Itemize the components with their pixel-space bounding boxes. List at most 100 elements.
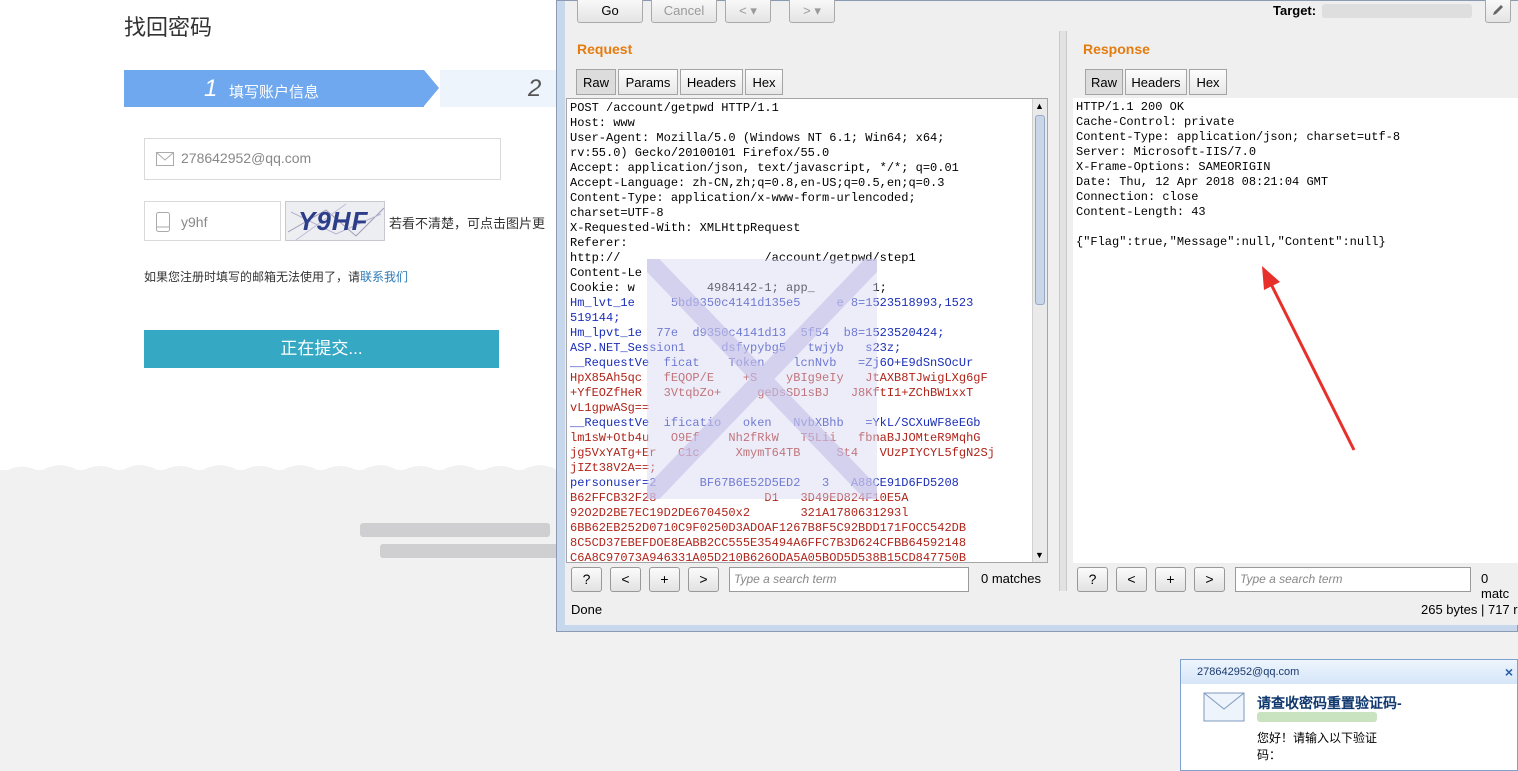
response-line: Cache-Control: private bbox=[1076, 115, 1235, 129]
step-2-number: 2 bbox=[528, 75, 542, 102]
notification-body-line2: 码： bbox=[1257, 748, 1282, 762]
request-line: C6A8C97073A946331A05D210B626ODA5A05BOD5D… bbox=[570, 551, 967, 563]
request-scroll-thumb[interactable] bbox=[1035, 115, 1045, 305]
response-line: Content-Length: 43 bbox=[1076, 205, 1206, 219]
response-tab-hex[interactable]: Hex bbox=[1189, 69, 1227, 95]
request-tab-raw[interactable]: Raw bbox=[576, 69, 616, 95]
notification-subject: 请查收密码重置验证码- bbox=[1257, 695, 1402, 711]
response-prev-button[interactable]: < bbox=[1116, 567, 1147, 592]
request-line: 8C5CD37EBEFDOE8EABB2CC555E35494A6FFC7B3D… bbox=[570, 536, 967, 550]
burp-content: Go Cancel < ▾ > ▾ Target: Request Raw Pa… bbox=[565, 0, 1518, 625]
request-next-button[interactable]: > bbox=[688, 567, 719, 592]
contact-note: 如果您注册时填写的邮箱无法使用了，请联系我们 bbox=[144, 268, 408, 285]
redacted-sender bbox=[1257, 712, 1377, 722]
response-text: HTTP/1.1 200 OK Cache-Control: private Con… bbox=[1073, 98, 1518, 250]
response-line: {"Flag":true,"Message":null,"Content":nu… bbox=[1076, 235, 1386, 249]
request-add-button[interactable]: + bbox=[649, 567, 680, 592]
email-value: 278642952@qq.com bbox=[181, 150, 312, 166]
request-tab-headers[interactable]: Headers bbox=[680, 69, 743, 95]
forward-arrow-icon: > bbox=[803, 3, 811, 18]
scroll-down-icon[interactable]: ▼ bbox=[1035, 550, 1044, 560]
forward-button[interactable]: > ▾ bbox=[789, 0, 835, 23]
contact-note-text: 如果您注册时填写的邮箱无法使用了，请 bbox=[144, 270, 361, 284]
redaction-overlay bbox=[647, 259, 877, 499]
request-prev-button[interactable]: < bbox=[610, 567, 641, 592]
email-notification[interactable]: 278642952@qq.com × 请查收密码重置验证码- 您好！请输入以下验… bbox=[1180, 659, 1518, 771]
request-line: POST /account/getpwd HTTP/1.1 bbox=[570, 101, 779, 115]
request-scrollbar[interactable]: ▲ ▼ bbox=[1032, 99, 1047, 562]
request-line: 92O2D2BE7EC19D2DE670450x2 321A1780631293… bbox=[570, 506, 909, 520]
cancel-button[interactable]: Cancel bbox=[651, 0, 717, 23]
request-line: Host: www bbox=[570, 116, 635, 130]
response-tab-headers[interactable]: Headers bbox=[1125, 69, 1187, 95]
redacted-footer-text bbox=[360, 523, 550, 537]
response-matches: 0 matc bbox=[1481, 571, 1510, 601]
captcha-input[interactable]: y9hf bbox=[144, 201, 281, 241]
request-line: 6BB62EB252D0710C9F0250D3ADOAF1267B8F5C92… bbox=[570, 521, 967, 535]
request-line: Referer: bbox=[570, 236, 628, 250]
response-line: Connection: close bbox=[1076, 190, 1199, 204]
response-title: Response bbox=[1083, 41, 1150, 57]
request-line: rv:55.0) Gecko/20100101 Firefox/55.0 bbox=[570, 146, 830, 160]
request-line: Accept-Language: zh-CN,zh;q=0.8,en-US;q=… bbox=[570, 176, 945, 190]
back-arrow-icon: < bbox=[739, 3, 747, 18]
request-matches: 0 matches bbox=[981, 571, 1041, 586]
response-line: X-Frame-Options: SAMEORIGIN bbox=[1076, 160, 1271, 174]
response-size-status: 265 bytes | 717 r bbox=[1421, 602, 1518, 617]
step-1-arrow bbox=[424, 70, 439, 106]
captcha-code: Y9HF bbox=[298, 206, 369, 236]
response-add-button[interactable]: + bbox=[1155, 567, 1186, 592]
notification-body: 您好！请输入以下验证 码： bbox=[1257, 730, 1377, 764]
scroll-up-icon[interactable]: ▲ bbox=[1035, 101, 1044, 111]
submit-button[interactable]: 正在提交... bbox=[144, 330, 499, 368]
response-next-button[interactable]: > bbox=[1194, 567, 1225, 592]
captcha-value: y9hf bbox=[181, 214, 208, 230]
response-search-input[interactable]: Type a search term bbox=[1235, 567, 1471, 592]
request-editor[interactable]: POST /account/getpwd HTTP/1.1 Host: www Us… bbox=[566, 98, 1048, 563]
forward-dropdown-icon: ▾ bbox=[814, 3, 821, 18]
response-line: HTTP/1.1 200 OK bbox=[1076, 100, 1185, 114]
phone-icon bbox=[156, 212, 170, 232]
response-tab-raw[interactable]: Raw bbox=[1085, 69, 1123, 95]
page-title: 找回密码 bbox=[124, 15, 213, 40]
red-annotation-arrow bbox=[1262, 266, 1356, 451]
step-2: 2 bbox=[440, 70, 560, 107]
request-line: charset=UTF-8 bbox=[570, 206, 664, 220]
response-help-button[interactable]: ? bbox=[1077, 567, 1108, 592]
contact-us-link[interactable]: 联系我们 bbox=[360, 270, 408, 284]
request-search-input[interactable]: Type a search term bbox=[729, 567, 969, 592]
email-field[interactable]: 278642952@qq.com bbox=[144, 138, 501, 180]
burp-repeater-window: Go Cancel < ▾ > ▾ Target: Request Raw Pa… bbox=[556, 0, 1518, 632]
back-button[interactable]: < ▾ bbox=[725, 0, 771, 23]
envelope-icon bbox=[1203, 692, 1245, 722]
request-line: Content-Type: application/x-www-form-url… bbox=[570, 191, 916, 205]
captcha-image[interactable]: Y9HF bbox=[285, 201, 385, 241]
response-line: Content-Type: application/json; charset=… bbox=[1076, 130, 1401, 144]
step-1-active: 1 填写账户信息 bbox=[124, 70, 424, 107]
request-tab-hex[interactable]: Hex bbox=[745, 69, 783, 95]
step-1-label: 填写账户信息 bbox=[229, 84, 320, 101]
response-line: Server: Microsoft-IIS/7.0 bbox=[1076, 145, 1257, 159]
edit-target-button[interactable] bbox=[1485, 0, 1511, 23]
captcha-hint: 若看不清楚，可点击图片更 bbox=[389, 216, 546, 231]
request-help-button[interactable]: ? bbox=[571, 567, 602, 592]
request-line: Accept: application/json, text/javascrip… bbox=[570, 161, 959, 175]
go-button[interactable]: Go bbox=[577, 0, 643, 23]
mail-icon bbox=[156, 152, 174, 166]
response-line bbox=[1076, 220, 1517, 235]
target-label: Target: bbox=[1273, 3, 1317, 18]
response-line: Date: Thu, 12 Apr 2018 08:21:04 GMT bbox=[1076, 175, 1329, 189]
redacted-footer-text bbox=[380, 544, 560, 558]
pane-divider[interactable] bbox=[1059, 31, 1067, 591]
pencil-icon bbox=[1493, 5, 1503, 15]
notification-header: 278642952@qq.com × bbox=[1181, 660, 1517, 684]
back-dropdown-icon: ▾ bbox=[750, 3, 757, 18]
step-1-number: 1 bbox=[204, 75, 218, 102]
close-icon[interactable]: × bbox=[1505, 664, 1513, 680]
redacted-target-host bbox=[1322, 4, 1472, 18]
request-title: Request bbox=[577, 41, 633, 57]
notification-body-line1: 您好！请输入以下验证 bbox=[1257, 731, 1378, 745]
request-line: X-Requested-With: XMLHttpRequest bbox=[570, 221, 801, 235]
request-tab-params[interactable]: Params bbox=[618, 69, 678, 95]
notification-from: 278642952@qq.com bbox=[1197, 666, 1300, 678]
